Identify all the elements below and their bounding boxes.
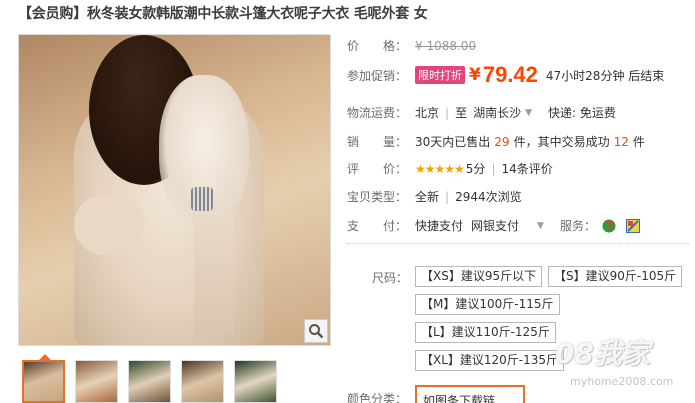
currency-symbol: ¥ [469,65,481,85]
promo-label: 参加促销： [347,68,408,83]
service-label: 服务： [559,219,596,233]
payment-label: 支 付： [347,219,408,233]
rating-score: 5分 [465,162,486,176]
payment-method-express: 快捷支付 [415,219,464,233]
thumbnail-4[interactable] [181,360,224,403]
condition: 全新 [415,190,440,204]
rating-label: 评 价： [347,162,408,176]
logistics-label: 物流运费： [347,106,408,120]
image-bracelet [191,187,213,211]
thumbnail-5[interactable] [234,360,277,403]
separator: | [445,189,450,204]
thumbnail-1[interactable] [22,354,65,403]
size-option-l[interactable]: 【L】建议110斤-125斤 [415,322,556,343]
image-sleeve [74,195,144,255]
sales-row: 销 量： 30天内已售出 29 件，其中交易成功 12 件 [347,133,645,150]
size-label: 尺码： [372,271,409,285]
type-row: 宝贝类型： 全新 | 2944次浏览 [347,188,522,205]
guarantee-icon[interactable] [625,218,640,233]
size-option-xl[interactable]: 【XL】建议120斤-135斤 [415,350,565,371]
watermark-url: myhome2008.com [570,375,674,388]
image-belt [194,215,234,335]
sales-prefix: 30天内已售出 [415,135,491,149]
seven-day-return-icon[interactable] [602,219,616,233]
promo-timer: 47小时28分钟 后结束 [545,68,665,83]
type-label: 宝贝类型： [347,190,408,204]
color-option-selected[interactable]: 如图条下载链 [415,385,525,403]
thumbnail-3[interactable] [128,360,171,403]
magnifier-icon[interactable] [304,319,328,343]
promo-price: 79.42 [482,62,538,87]
reviews-link[interactable]: 14条评价 [501,160,552,177]
success-count: 12 [613,134,629,149]
payment-row: 支 付： 快捷支付 网银支付 ▼ 服务： [347,217,640,234]
separator: | [491,161,496,176]
options-divider [347,243,689,244]
view-count: 2944次浏览 [455,190,522,204]
ship-to-prefix: 至 [455,106,468,120]
size-option-s[interactable]: 【S】建议90斤-105斤 [548,266,683,287]
size-option-m[interactable]: 【M】建议100斤-115斤 [415,294,560,315]
sold-count: 29 [494,134,510,149]
destination-selector[interactable]: 湖南长沙 [473,104,521,121]
payment-method-bank: 网银支付 [471,219,520,233]
chevron-down-icon[interactable]: ▼ [525,108,532,118]
rating-row: 评 价： ★★★★★ 5分 | 14条评价 [347,160,553,177]
sales-unit1: 件，其中交易成功 [513,135,610,149]
price-row: 价 格： ¥ 1088.00 [347,37,476,54]
original-price: ¥ 1088.00 [415,38,477,53]
sales-label: 销 量： [347,135,408,149]
shipping-fee: 快递: 免运费 [548,106,616,120]
product-page: 【会员购】秋冬装女款韩版潮中长款斗篷大衣呢子大衣 毛呢外套 女 价 格： ¥ 1… [0,0,695,403]
separator: | [445,105,450,120]
promo-tag: 限时打折 [415,66,465,84]
ship-from: 北京 [415,106,440,120]
logistics-row: 物流运费： 北京 | 至 湖南长沙 ▼ 快递: 免运费 [347,104,616,121]
star-rating-icon: ★★★★★ [415,161,465,176]
main-product-image[interactable] [18,34,331,346]
price-label: 价 格： [347,39,408,53]
color-label: 颜色分类： [347,392,408,403]
promo-row: 参加促销： 限时打折 ¥ 79.42 47小时28分钟 后结束 [347,62,664,88]
sales-unit2: 件 [632,135,645,149]
watermark-logo: 08我家 [555,337,650,370]
chevron-down-icon[interactable]: ▼ [537,221,544,231]
size-option-xs[interactable]: 【XS】建议95斤以下 [415,266,543,287]
thumbnail-2[interactable] [75,360,118,403]
thumbnail-strip [22,354,277,403]
product-title: 【会员购】秋冬装女款韩版潮中长款斗篷大衣呢子大衣 毛呢外套 女 [18,6,428,22]
